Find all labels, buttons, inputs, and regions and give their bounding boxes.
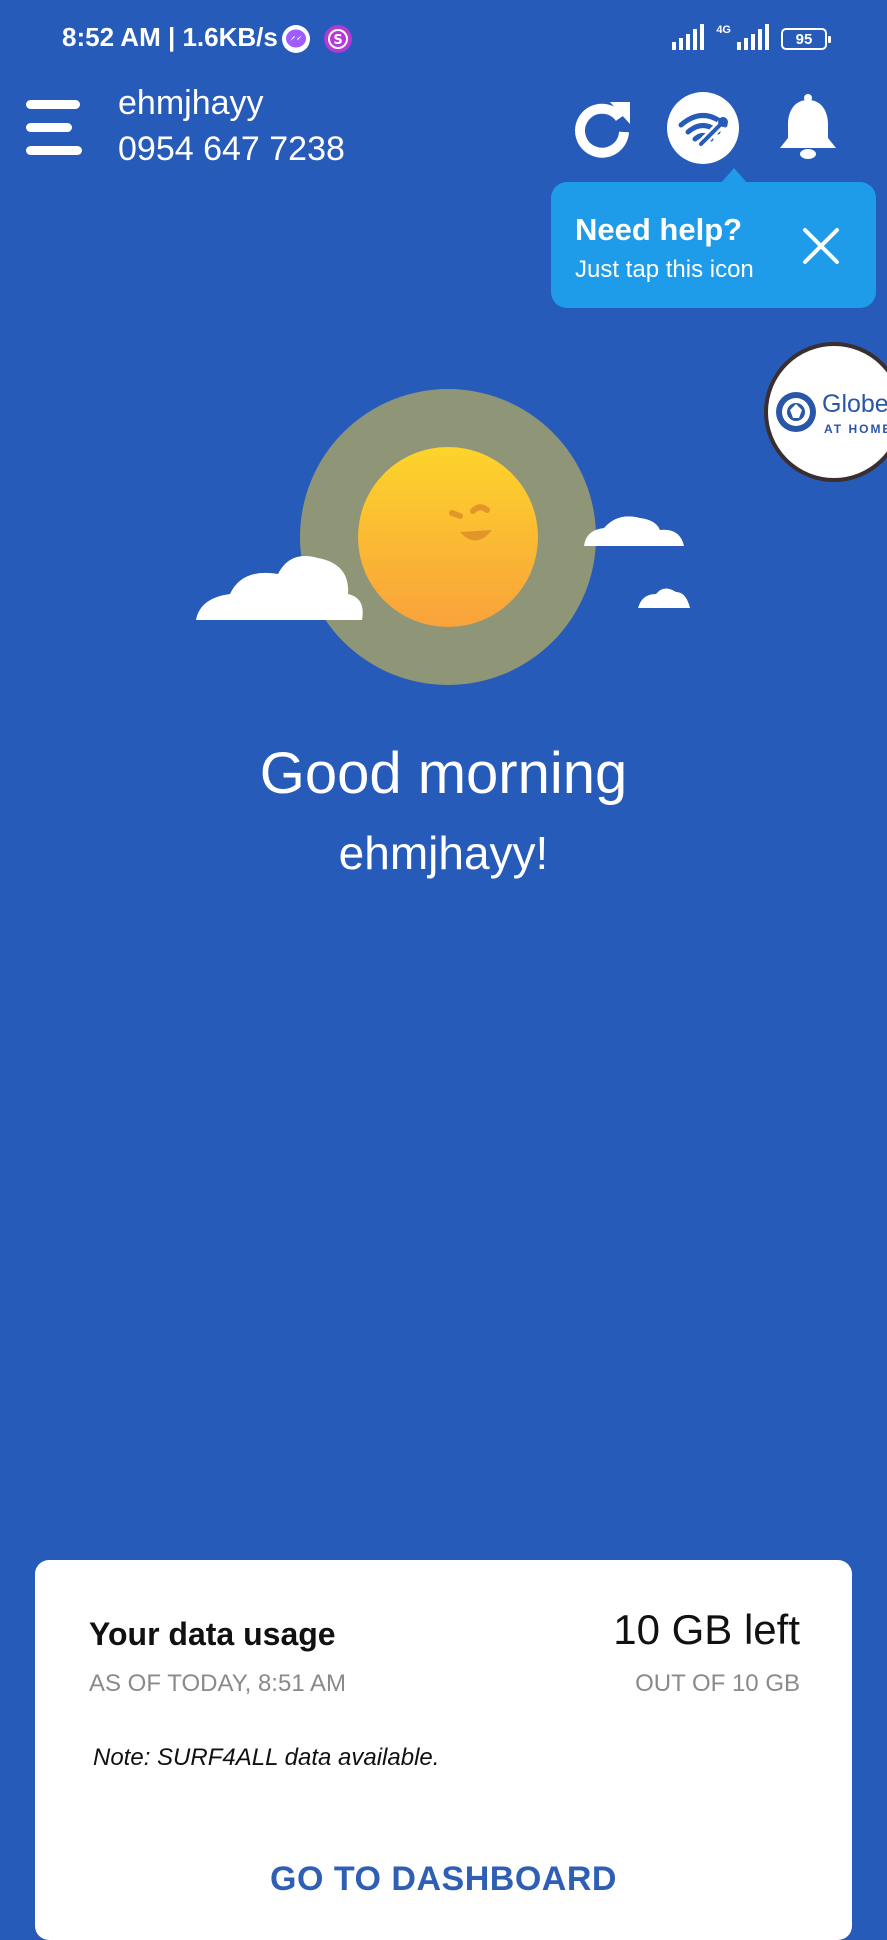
globe-at-home-badge[interactable]: Globe AT HOME xyxy=(764,342,887,482)
data-remaining: 10 GB left xyxy=(613,1606,800,1653)
help-tooltip: Need help? Just tap this icon xyxy=(551,182,876,308)
wifi-help-icon xyxy=(678,113,728,149)
data-total: OUT OF 10 GB xyxy=(635,1670,800,1697)
status-right: 4G 95 xyxy=(672,24,831,50)
menu-button[interactable] xyxy=(26,100,84,156)
tooltip-subtitle: Just tap this icon xyxy=(575,256,754,283)
status-bar: 8:52 AM | 1.6KB/s S 4G 95 xyxy=(0,0,887,80)
svg-text:S: S xyxy=(333,33,342,48)
refresh-icon[interactable] xyxy=(566,92,638,164)
tooltip-title: Need help? xyxy=(575,212,743,247)
battery-icon: 95 xyxy=(781,28,831,50)
data-note: Note: SURF4ALL data available. xyxy=(93,1744,440,1771)
app-s-icon: S xyxy=(324,25,352,53)
battery-level: 95 xyxy=(795,30,813,48)
sun xyxy=(358,447,538,627)
data-usage-card: Your data usage AS OF TODAY, 8:51 AM 10 … xyxy=(35,1560,852,1940)
signal-icon xyxy=(672,24,705,50)
status-time: 8:52 AM | 1.6KB/s xyxy=(62,22,278,52)
globe-tagline: AT HOME xyxy=(824,422,887,436)
help-button[interactable] xyxy=(667,92,739,164)
menu-icon-bar xyxy=(26,100,80,109)
signal-icon-2 xyxy=(737,24,769,50)
menu-icon-bar xyxy=(26,123,72,132)
user-phone: 0954 647 7238 xyxy=(118,130,345,168)
greeting-title: Good morning xyxy=(259,741,628,806)
user-name: ehmjhayy xyxy=(118,84,264,122)
data-usage-timestamp: AS OF TODAY, 8:51 AM xyxy=(89,1670,347,1697)
messenger-icon xyxy=(282,25,310,53)
go-to-dashboard-button[interactable]: GO TO DASHBOARD xyxy=(35,1860,852,1899)
greeting-name: ehmjhayy! xyxy=(338,827,549,879)
bell-icon[interactable] xyxy=(770,92,846,164)
globe-brand: Globe xyxy=(822,390,887,418)
cloud-right xyxy=(584,516,684,546)
menu-icon-bar xyxy=(26,146,82,155)
data-usage-title: Your data usage xyxy=(89,1616,336,1652)
close-icon[interactable] xyxy=(799,224,843,268)
sun-illustration xyxy=(196,389,690,685)
network-type: 4G xyxy=(716,24,731,36)
cloud-small xyxy=(638,588,690,608)
globe-logo-icon xyxy=(776,392,816,432)
